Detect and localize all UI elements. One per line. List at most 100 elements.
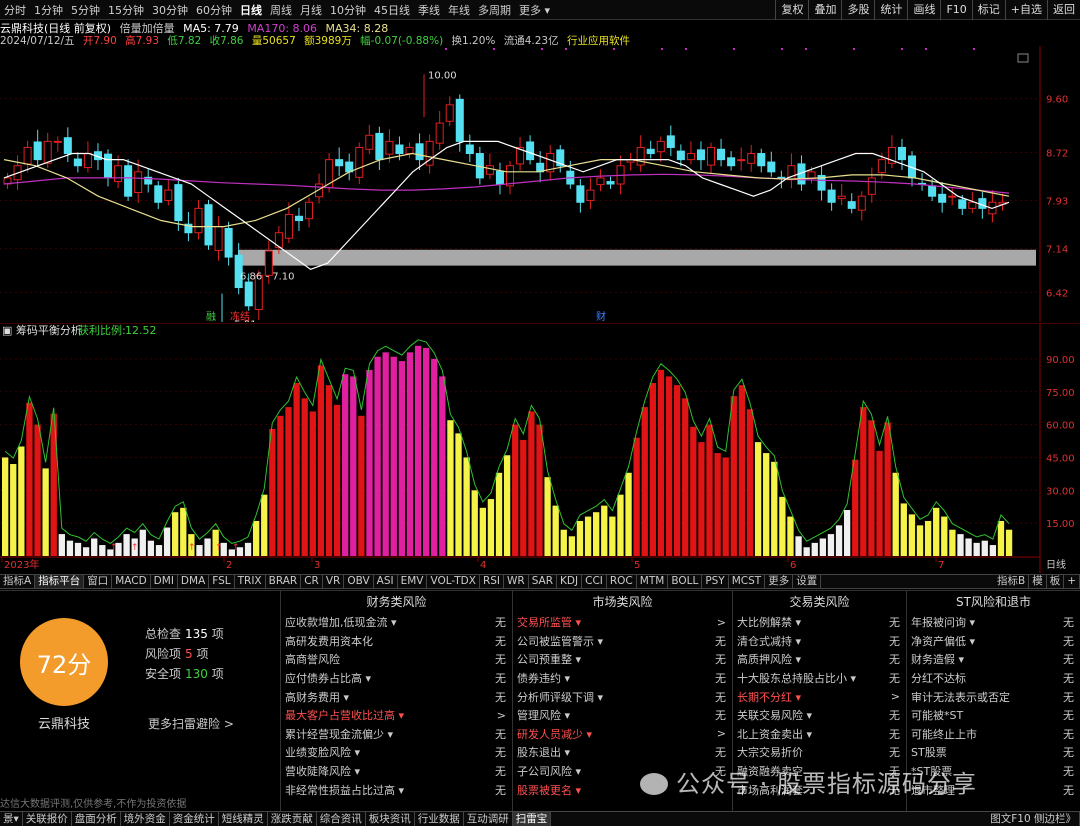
indicator-tab[interactable]: KDJ (557, 575, 583, 588)
period-tab[interactable]: 60分钟 (192, 2, 236, 18)
risk-item[interactable]: 高质押风险 ▾ 无 (733, 650, 906, 669)
risk-item[interactable]: 最大客户占营收比过高 ▾ > (281, 706, 512, 725)
risk-item[interactable]: 北上资金卖出 ▾ 无 (733, 725, 906, 744)
risk-item[interactable]: 大宗交易折价 无 (733, 743, 906, 762)
toolbar-button[interactable]: 返回 (1047, 0, 1080, 20)
risk-item[interactable]: 高财务费用 ▾ 无 (281, 687, 512, 706)
period-tab[interactable]: 45日线 (370, 2, 414, 18)
bottom-tab[interactable]: 关联报价 (23, 812, 72, 826)
indicator-tab[interactable]: 更多 (765, 575, 794, 588)
indicator-tab[interactable]: PSY (702, 575, 729, 588)
bottom-tab[interactable]: 短线精灵 (219, 812, 268, 826)
risk-item[interactable]: 可能被*ST 无 (907, 706, 1080, 725)
more-scan-link[interactable]: 更多扫雷避险 > (148, 715, 234, 732)
risk-item[interactable]: 研发人员减少 ▾ > (513, 725, 732, 744)
indicator-tab[interactable]: MACD (112, 575, 151, 588)
risk-item[interactable]: 应收款增加,低现金流 ▾ 无 (281, 613, 512, 632)
bottom-tab[interactable]: 盘面分析 (72, 812, 121, 826)
indicator-tab[interactable]: 设置 (793, 575, 822, 588)
risk-item[interactable]: 债券违约 ▾ 无 (513, 669, 732, 688)
toolbar-button[interactable]: +自选 (1004, 0, 1047, 20)
indicator-tab[interactable]: MCST (729, 575, 766, 588)
period-tab[interactable]: 分时 (0, 2, 30, 18)
candlestick-chart[interactable]: 9.608.727.937.146.4210.006.86 - 7.10←5.9… (0, 46, 1080, 322)
indicator-tab[interactable]: DMA (178, 575, 210, 588)
indicator-tab[interactable]: 指标平台 (35, 575, 85, 588)
bottom-tab[interactable]: 境外资金 (121, 812, 170, 826)
indicator-tab[interactable]: CR (301, 575, 323, 588)
period-tab[interactable]: 月线 (296, 2, 326, 18)
risk-item[interactable]: 审计无法表示或否定 无 (907, 687, 1080, 706)
risk-item[interactable]: 营收陡降风险 ▾ 无 (281, 762, 512, 781)
risk-item[interactable]: 交易所监管 ▾ > (513, 613, 732, 632)
bottom-tab[interactable]: 综合资讯 (317, 812, 366, 826)
toolbar-button[interactable]: 叠加 (808, 0, 841, 20)
indicator-tab[interactable]: DMI (151, 575, 178, 588)
toolbar-button[interactable]: 多股 (841, 0, 874, 20)
risk-item[interactable]: 高研发费用资本化 无 (281, 632, 512, 651)
period-tab[interactable]: 10分钟 (326, 2, 370, 18)
period-tab[interactable]: 多周期 (474, 2, 515, 18)
bottom-tab[interactable]: 景▾ (0, 812, 23, 826)
period-tab[interactable]: 季线 (414, 2, 444, 18)
indicator-tab[interactable]: EMV (398, 575, 428, 588)
toolbar-button[interactable]: 画线 (907, 0, 940, 20)
period-tab[interactable]: 年线 (444, 2, 474, 18)
risk-item[interactable]: 十大股东总持股占比小 ▾ 无 (733, 669, 906, 688)
period-tab[interactable]: 5分钟 (67, 2, 104, 18)
toolbar-button[interactable]: F10 (940, 0, 971, 20)
bottom-tab[interactable]: 行业数据 (415, 812, 464, 826)
period-tab[interactable]: 1分钟 (30, 2, 67, 18)
risk-item[interactable]: 公司被监管警示 ▾ 无 (513, 632, 732, 651)
risk-item[interactable]: ST股票 无 (907, 743, 1080, 762)
indicator-tab[interactable]: MTM (637, 575, 669, 588)
bottom-tab[interactable]: 涨跌贡献 (268, 812, 317, 826)
period-tab[interactable]: 周线 (266, 2, 296, 18)
indicator-tab[interactable]: OBV (344, 575, 374, 588)
toolbar-button[interactable]: 标记 (971, 0, 1005, 20)
risk-item[interactable]: 管理风险 ▾ 无 (513, 706, 732, 725)
period-tab[interactable]: 更多 ▾ (515, 2, 554, 18)
indicator-tab[interactable]: 模 (1029, 575, 1047, 588)
risk-item[interactable]: 分析师评级下调 ▾ 无 (513, 687, 732, 706)
indicator-tab[interactable]: RSI (480, 575, 504, 588)
risk-item[interactable]: 可能终止上市 无 (907, 725, 1080, 744)
risk-item[interactable]: 分红不达标 无 (907, 669, 1080, 688)
risk-item[interactable]: 清仓式减持 ▾ 无 (733, 632, 906, 651)
indicator-tab[interactable]: VR (323, 575, 345, 588)
risk-item[interactable]: 大比例解禁 ▾ 无 (733, 613, 906, 632)
risk-item[interactable]: 年报被问询 ▾ 无 (907, 613, 1080, 632)
indicator-tab[interactable]: BRAR (266, 575, 302, 588)
toolbar-button[interactable]: 复权 (775, 0, 808, 20)
indicator-tab[interactable]: FSL (209, 575, 235, 588)
sidebar-toggle[interactable]: 图文F10 侧边栏》 (987, 812, 1080, 826)
risk-item[interactable]: 应付债券占比高 ▾ 无 (281, 669, 512, 688)
indicator-tab[interactable]: + (1064, 575, 1080, 588)
bottom-tab[interactable]: 资金统计 (170, 812, 219, 826)
indicator-tab[interactable]: ROC (607, 575, 637, 588)
risk-item[interactable]: 高商誉风险 无 (281, 650, 512, 669)
bottom-tab[interactable]: 板块资讯 (366, 812, 415, 826)
bottom-tab[interactable]: 扫雷宝 (512, 812, 552, 826)
risk-item[interactable]: 累计经营现金流偏少 ▾ 无 (281, 725, 512, 744)
toolbar-button[interactable]: 统计 (874, 0, 907, 20)
indicator-tab[interactable]: CCI (582, 575, 607, 588)
chip-balance-chart[interactable]: ▣ 筹码平衡分析获利比例: 12.52 90.00 75.00 60.00 45.00 3… (0, 323, 1080, 573)
risk-item[interactable]: 业绩变脸风险 ▾ 无 (281, 743, 512, 762)
bottom-tab[interactable]: 互动调研 (464, 812, 513, 826)
risk-item[interactable]: 关联交易风险 ▾ 无 (733, 706, 906, 725)
period-tab[interactable]: 日线 (236, 2, 266, 18)
risk-item[interactable]: 财务造假 ▾ 无 (907, 650, 1080, 669)
indicator-tab[interactable]: WR (504, 575, 529, 588)
indicator-tab[interactable]: VOL-TDX (427, 575, 480, 588)
risk-item[interactable]: 净资产偏低 ▾ 无 (907, 632, 1080, 651)
indicator-tab[interactable]: 窗口 (84, 575, 113, 588)
risk-item[interactable]: 股东退出 ▾ 无 (513, 743, 732, 762)
period-tab[interactable]: 15分钟 (104, 2, 148, 18)
indicator-tab[interactable]: 板 (1047, 575, 1065, 588)
indicator-tab[interactable]: SAR (529, 575, 558, 588)
period-tab[interactable]: 30分钟 (148, 2, 192, 18)
indicator-tab[interactable]: ASI (374, 575, 398, 588)
indicator-tab[interactable]: BOLL (668, 575, 703, 588)
risk-item[interactable]: 非经常性损益占比过高 ▾ 无 (281, 780, 512, 799)
